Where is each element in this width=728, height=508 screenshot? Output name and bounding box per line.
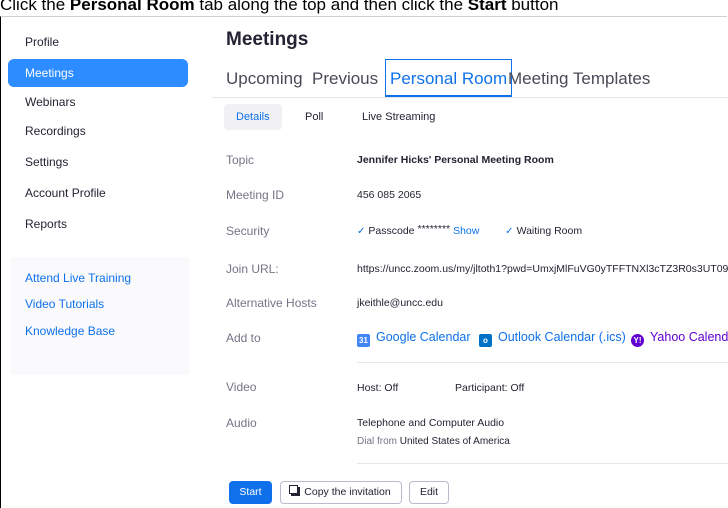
waiting-room-check-icon: ✓: [505, 226, 514, 237]
start-button[interactable]: Start: [229, 481, 272, 504]
attend-live-training-link[interactable]: Attend Live Training: [25, 271, 131, 285]
meeting-id-value: 456 085 2065: [357, 189, 422, 201]
video-label: Video: [226, 380, 257, 394]
outlook-calendar-link[interactable]: o Outlook Calendar (.ics): [479, 330, 626, 347]
google-calendar-icon: 31: [357, 334, 370, 347]
instruction-text: Click the Personal Room tab along the to…: [0, 0, 728, 16]
meeting-id-label: Meeting ID: [226, 188, 285, 202]
page-title: Meetings: [226, 29, 309, 50]
tab-previous[interactable]: Previous: [312, 60, 378, 98]
add-to-label: Add to: [226, 331, 261, 345]
sidebar-item-meetings[interactable]: Meetings: [8, 59, 188, 87]
sidebar-item-webinars[interactable]: Webinars: [8, 88, 188, 116]
subtab-live-streaming[interactable]: Live Streaming: [362, 104, 435, 130]
yahoo-calendar-link[interactable]: Y!Yahoo Calendar: [631, 330, 728, 347]
alt-hosts-value: jkeithle@uncc.edu: [357, 297, 443, 309]
security-value: ✓ Passcode ******** Show ✓ Waiting Room: [357, 223, 583, 237]
yahoo-calendar-icon: Y!: [631, 334, 644, 347]
dial-country: United States of America: [399, 436, 510, 447]
audio-value: Telephone and Computer Audio: [357, 417, 505, 429]
passcode-label: Passcode: [368, 225, 415, 237]
sidebar-item-settings[interactable]: Settings: [8, 148, 188, 176]
sidebar-item-recordings[interactable]: Recordings: [8, 117, 188, 145]
alt-hosts-label: Alternative Hosts: [226, 296, 317, 310]
google-calendar-link[interactable]: 31 Google Calendar: [357, 330, 471, 347]
copy-icon: [289, 485, 301, 496]
topic-value: Jennifer Hicks' Personal Meeting Room: [357, 154, 554, 166]
instruction-button-name: Start: [467, 0, 507, 14]
section-divider-bottom: [357, 463, 728, 464]
instruction-pre: Click the: [0, 0, 70, 14]
subtab-poll[interactable]: Poll: [305, 104, 323, 130]
waiting-room-label: Waiting Room: [516, 225, 583, 237]
edit-button[interactable]: Edit: [409, 481, 449, 504]
passcode-check-icon: ✓: [357, 226, 366, 237]
dial-from-text: Dial from United States of America: [357, 436, 510, 447]
help-links-card: Attend Live Training Video Tutorials Kno…: [10, 257, 190, 375]
instruction-mid: tab along the top and then click the: [194, 0, 468, 14]
video-tutorials-link[interactable]: Video Tutorials: [25, 297, 104, 311]
audio-label: Audio: [226, 416, 257, 430]
sidebar-item-account-profile[interactable]: Account Profile: [8, 179, 188, 207]
show-passcode-link[interactable]: Show: [453, 225, 479, 237]
copy-invitation-button[interactable]: Copy the invitation: [280, 481, 402, 504]
tabs-divider: [212, 97, 728, 98]
outlook-calendar-icon: o: [479, 334, 492, 347]
instruction-post: button: [506, 0, 559, 14]
instruction-tab-name: Personal Room: [69, 0, 195, 14]
subtab-details[interactable]: Details: [224, 104, 282, 130]
sidebar-item-profile[interactable]: Profile: [8, 28, 188, 56]
join-url-value: https://uncc.zoom.us/my/jltoth1?pwd=Umxj…: [357, 263, 728, 275]
tab-meeting-templates[interactable]: Meeting Templates: [508, 60, 650, 98]
join-url-label: Join URL:: [226, 262, 279, 276]
tab-upcoming[interactable]: Upcoming: [226, 60, 303, 98]
knowledge-base-link[interactable]: Knowledge Base: [25, 324, 115, 338]
video-host-value: Host: Off: [357, 382, 399, 394]
topic-label: Topic: [226, 153, 255, 167]
section-divider: [357, 362, 728, 363]
video-participant-value: Participant: Off: [455, 382, 525, 394]
security-label: Security: [226, 224, 270, 238]
passcode-mask: ********: [417, 223, 451, 235]
sidebar-item-reports[interactable]: Reports: [8, 210, 188, 238]
tab-personal-room[interactable]: Personal Room: [385, 59, 513, 97]
